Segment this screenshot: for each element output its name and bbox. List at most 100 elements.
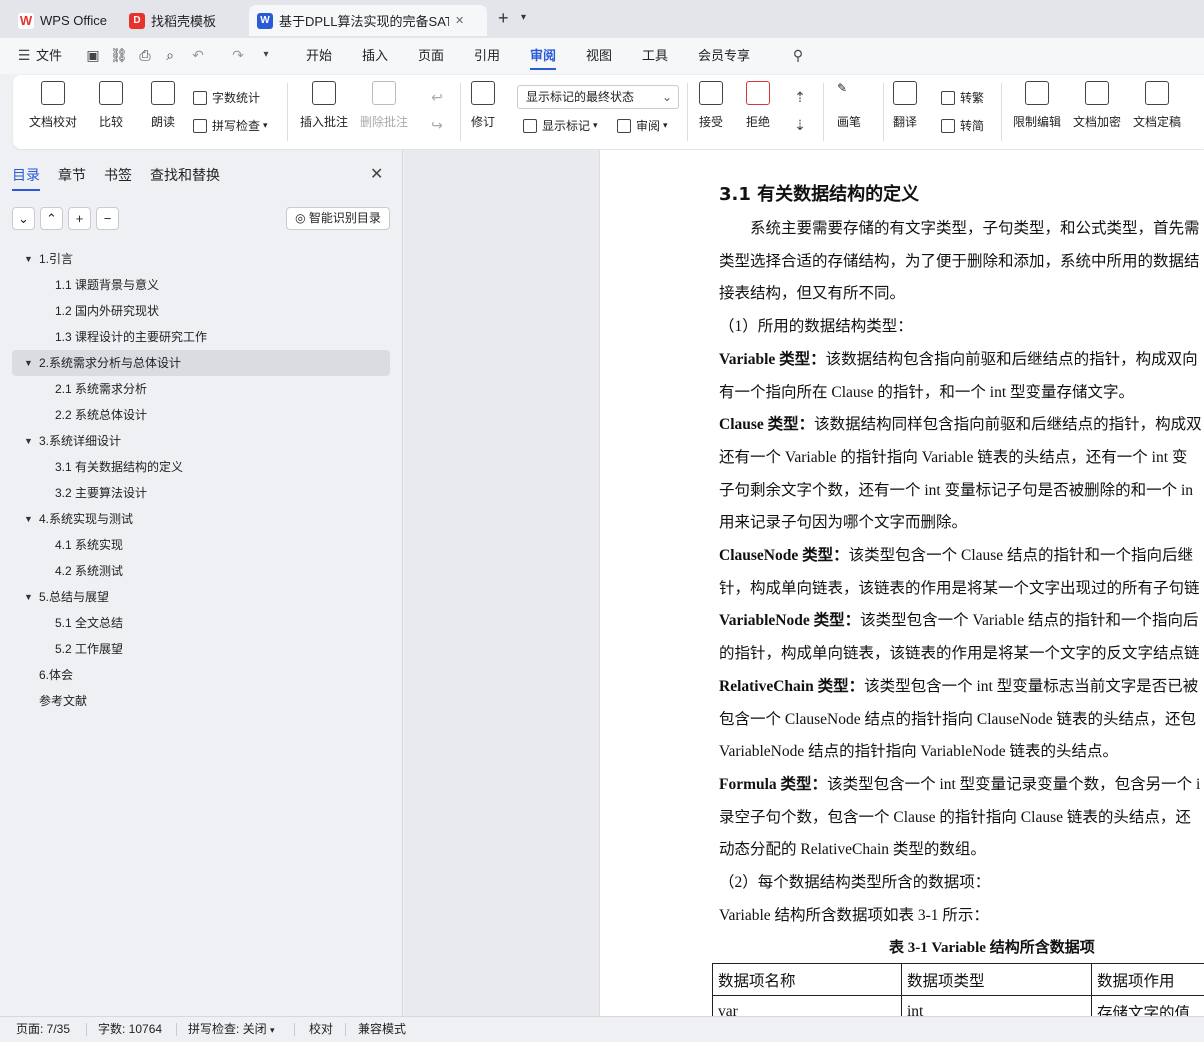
save-icon[interactable]: ▣ bbox=[85, 47, 101, 63]
smart-toc-button[interactable]: ◎ 智能识别目录 bbox=[286, 207, 390, 230]
toc-item[interactable]: 5.2 工作展望 bbox=[12, 636, 390, 662]
hamburger-icon[interactable]: ☰ bbox=[16, 47, 32, 63]
toc-item[interactable]: ▼4.系统实现与测试 bbox=[12, 506, 390, 532]
markup-state-select[interactable]: 显示标记的最终状态 ⌄ bbox=[517, 85, 679, 109]
menu-references[interactable]: 引用 bbox=[474, 38, 500, 74]
doc-check-button[interactable]: 文档校对 bbox=[29, 81, 77, 130]
simp-convert-button[interactable]: 转简 bbox=[941, 117, 984, 134]
encrypt-doc-icon bbox=[1085, 81, 1109, 105]
status-bar: 页面: 7/35 字数: 10764 拼写检查: 关闭 ▾ 校对 兼容模式 bbox=[0, 1016, 1204, 1042]
trad-convert-button[interactable]: 转繁 bbox=[941, 89, 984, 106]
expand-arrow-icon[interactable]: ▼ bbox=[24, 584, 33, 610]
toc-item[interactable]: 4.2 系统测试 bbox=[12, 558, 390, 584]
show-markup-button[interactable]: 显示标记▾ bbox=[523, 117, 598, 134]
tab-sections[interactable]: 章节 bbox=[58, 165, 86, 185]
reject-button[interactable]: 拒绝 bbox=[746, 81, 770, 130]
undo-icon[interactable]: ↶ bbox=[190, 47, 206, 63]
close-icon[interactable]: ✕ bbox=[455, 14, 464, 27]
tab-toc[interactable]: 目录 bbox=[12, 165, 40, 185]
add-heading-button[interactable]: + bbox=[68, 207, 91, 230]
toc-item[interactable]: 3.1 有关数据结构的定义 bbox=[12, 454, 390, 480]
toc-item[interactable]: ▼1.引言 bbox=[12, 246, 390, 272]
review-pane-button[interactable]: 审阅▾ bbox=[617, 117, 668, 134]
next-comment-icon[interactable]: ↪ bbox=[429, 117, 445, 133]
toc-item[interactable]: 2.2 系统总体设计 bbox=[12, 402, 390, 428]
insert-comment-button[interactable]: 插入批注 bbox=[300, 81, 348, 130]
menu-page[interactable]: 页面 bbox=[418, 38, 444, 74]
menu-member[interactable]: 会员专享 bbox=[698, 38, 750, 74]
toc-item[interactable]: 6.体会 bbox=[12, 662, 390, 688]
toc-item[interactable]: ▼2.系统需求分析与总体设计 bbox=[12, 350, 390, 376]
collapse-up-button[interactable]: ⌃ bbox=[40, 207, 63, 230]
table-row: var int 存储文字的值 bbox=[713, 996, 1204, 1017]
toc-item[interactable]: 5.1 全文总结 bbox=[12, 610, 390, 636]
encrypt-doc-button[interactable]: 文档加密 bbox=[1073, 81, 1121, 130]
tab-find-replace[interactable]: 查找和替换 bbox=[150, 165, 220, 185]
proofread-indicator[interactable]: 校对 bbox=[309, 1017, 333, 1042]
chevron-down-icon[interactable]: ▾ bbox=[521, 12, 526, 23]
new-tab-plus-icon[interactable]: + bbox=[498, 8, 509, 29]
document-page[interactable]: 3.1 有关数据结构的定义 系统主要需要存储的有文字类型，子句类型，和公式类型，… bbox=[599, 150, 1204, 1016]
delete-comment-button[interactable]: 删除批注 bbox=[360, 81, 408, 130]
search-icon[interactable]: ⚲ bbox=[790, 47, 806, 63]
chevron-down-icon[interactable]: ▾ bbox=[258, 47, 274, 63]
toc-item[interactable]: 1.3 课程设计的主要研究工作 bbox=[12, 324, 390, 350]
prev-change-icon[interactable]: ⇡ bbox=[792, 89, 808, 105]
toc-item[interactable]: ▼3.系统详细设计 bbox=[12, 428, 390, 454]
menu-insert[interactable]: 插入 bbox=[362, 38, 388, 74]
table-header-row: 数据项名称 数据项类型 数据项作用 bbox=[713, 964, 1204, 996]
link-icon[interactable]: ⛓ bbox=[110, 47, 126, 63]
ribbon-divider bbox=[287, 83, 288, 141]
accept-button[interactable]: 接受 bbox=[699, 81, 723, 130]
restrict-edit-button[interactable]: 限制编辑 bbox=[1013, 81, 1061, 130]
tab-current-document[interactable]: W 基于DPLL算法实现的完备SAT求解器 ✕ bbox=[249, 5, 487, 36]
menu-view[interactable]: 视图 bbox=[586, 38, 612, 74]
delete-comment-label: 删除批注 bbox=[360, 113, 408, 130]
smart-toc-icon: ◎ bbox=[295, 211, 305, 225]
compare-button[interactable]: 比较 bbox=[99, 81, 123, 130]
word-count-label: 字数统计 bbox=[212, 89, 260, 106]
expand-arrow-icon[interactable]: ▼ bbox=[24, 428, 33, 454]
menu-file[interactable]: 文件 bbox=[36, 38, 62, 74]
toc-item-label: 2.2 系统总体设计 bbox=[55, 408, 147, 422]
redo-icon[interactable]: ↷ bbox=[230, 47, 246, 63]
remove-heading-button[interactable]: − bbox=[96, 207, 119, 230]
expand-arrow-icon[interactable]: ▼ bbox=[24, 246, 33, 272]
finalize-doc-button[interactable]: 文档定稿 bbox=[1133, 81, 1181, 130]
toc-item[interactable]: 1.2 国内外研究现状 bbox=[12, 298, 390, 324]
toc-item[interactable]: 1.1 课题背景与意义 bbox=[12, 272, 390, 298]
spell-check-indicator[interactable]: 拼写检查: 关闭 ▾ bbox=[188, 1017, 275, 1042]
read-aloud-button[interactable]: 朗读 bbox=[151, 81, 175, 130]
ribbon-divider bbox=[823, 83, 824, 141]
paragraph-line: （1）所用的数据结构类型： bbox=[719, 314, 913, 336]
toc-item[interactable]: ▼5.总结与展望 bbox=[12, 584, 390, 610]
tab-wps-office[interactable]: W WPS Office bbox=[10, 5, 116, 36]
track-changes-button[interactable]: 修订 bbox=[471, 81, 495, 130]
pen-button[interactable]: ✎ 画笔 bbox=[837, 81, 861, 130]
close-icon[interactable]: ✕ bbox=[370, 164, 383, 184]
translate-button[interactable]: 翻译 bbox=[893, 81, 917, 130]
word-count-button[interactable]: 字数统计 bbox=[193, 89, 260, 106]
menu-tools[interactable]: 工具 bbox=[642, 38, 668, 74]
toc-item[interactable]: 参考文献 bbox=[12, 688, 390, 714]
word-count-indicator[interactable]: 字数: 10764 bbox=[98, 1017, 162, 1042]
expand-down-button[interactable]: ⌄ bbox=[12, 207, 35, 230]
prev-comment-icon[interactable]: ↩ bbox=[429, 89, 445, 105]
print-preview-icon[interactable]: ⌕ bbox=[162, 47, 178, 63]
expand-arrow-icon[interactable]: ▼ bbox=[24, 350, 33, 376]
paragraph-line: 接表结构，但又有所不同。 bbox=[719, 281, 905, 303]
toc-item[interactable]: 3.2 主要算法设计 bbox=[12, 480, 390, 506]
spell-check-status: 拼写检查: 关闭 bbox=[188, 1022, 267, 1036]
next-change-icon[interactable]: ⇣ bbox=[792, 117, 808, 133]
print-icon[interactable]: ⎙ bbox=[137, 47, 153, 63]
paragraph-line: 子句剩余文字个数，还有一个 int 变量标记子句是否被删除的和一个 in bbox=[719, 478, 1193, 500]
toc-item[interactable]: 2.1 系统需求分析 bbox=[12, 376, 390, 402]
expand-arrow-icon[interactable]: ▼ bbox=[24, 506, 33, 532]
tab-bookmarks[interactable]: 书签 bbox=[104, 165, 132, 185]
menu-review[interactable]: 审阅 bbox=[530, 38, 556, 74]
tab-docer-templates[interactable]: D 找稻壳模板 bbox=[121, 5, 245, 36]
menu-home[interactable]: 开始 bbox=[306, 38, 332, 74]
toc-item[interactable]: 4.1 系统实现 bbox=[12, 532, 390, 558]
spell-check-button[interactable]: 拼写检查▾ bbox=[193, 117, 268, 134]
page-indicator[interactable]: 页面: 7/35 bbox=[16, 1017, 70, 1042]
